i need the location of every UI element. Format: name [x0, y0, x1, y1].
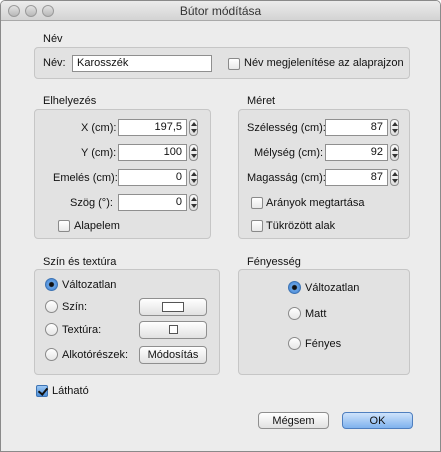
color-unchanged-radio[interactable] — [45, 278, 58, 291]
placement-group-title: Elhelyezés — [43, 95, 97, 107]
x-label: X (cm): — [81, 122, 117, 134]
name-input[interactable]: Karosszék — [72, 55, 212, 72]
width-stepper[interactable] — [390, 119, 399, 136]
glossy-label: Fényes — [305, 338, 342, 350]
angle-input[interactable]: 0 — [118, 194, 187, 211]
x-input[interactable]: 197,5 — [118, 119, 187, 136]
width-input[interactable]: 87 — [325, 119, 388, 136]
base-element-label: Alapelem — [74, 220, 120, 232]
base-element-checkbox[interactable] — [58, 220, 70, 232]
depth-input[interactable]: 92 — [325, 144, 388, 161]
shininess-group-title: Fényesség — [247, 256, 301, 268]
title-bar: Bútor módítása — [1, 1, 440, 21]
height-stepper[interactable] — [390, 169, 399, 186]
keep-ratio-label: Arányok megtartása — [266, 197, 365, 209]
color-swatch-icon — [162, 302, 184, 312]
color-picker-button[interactable] — [139, 298, 207, 316]
height-input[interactable]: 87 — [325, 169, 388, 186]
y-stepper[interactable] — [189, 144, 198, 161]
glossy-radio[interactable] — [288, 337, 301, 350]
modify-parts-button[interactable]: Módosítás — [139, 346, 207, 364]
width-label: Szélesség (cm): — [247, 122, 326, 134]
mirror-label: Tükrözött alak — [266, 220, 336, 232]
parts-radio[interactable] — [45, 348, 58, 361]
depth-label: Mélység (cm): — [254, 147, 324, 159]
elevation-input[interactable]: 0 — [118, 169, 187, 186]
elevation-label: Emelés (cm): — [53, 172, 118, 184]
name-group-title: Név — [43, 33, 63, 45]
y-input[interactable]: 100 — [118, 144, 187, 161]
parts-label: Alkotórészek: — [62, 349, 129, 361]
shininess-unchanged-label: Változatlan — [305, 282, 360, 294]
keep-ratio-checkbox[interactable] — [251, 197, 263, 209]
name-label: Név: — [43, 57, 66, 69]
elevation-stepper[interactable] — [189, 169, 198, 186]
matte-radio[interactable] — [288, 307, 301, 320]
show-name-label: Név megjelenítése az alaprajzon — [244, 57, 404, 69]
texture-radio[interactable] — [45, 323, 58, 336]
height-label: Magasság (cm): — [247, 172, 326, 184]
x-stepper[interactable] — [189, 119, 198, 136]
depth-stepper[interactable] — [390, 144, 399, 161]
size-group-title: Méret — [247, 95, 276, 107]
texture-swatch-icon — [169, 325, 178, 334]
angle-stepper[interactable] — [189, 194, 198, 211]
dialog-window: Bútor módítása Név Név: Karosszék Név me… — [0, 0, 441, 452]
texture-picker-button[interactable] — [139, 321, 207, 339]
visible-checkbox[interactable] — [36, 385, 48, 397]
color-label: Szín: — [62, 301, 88, 313]
color-unchanged-label: Változatlan — [62, 279, 117, 291]
texture-label: Textúra: — [62, 324, 102, 336]
color-radio[interactable] — [45, 300, 58, 313]
matte-label: Matt — [305, 308, 327, 320]
angle-label: Szög (°): — [70, 197, 113, 209]
show-name-checkbox[interactable] — [228, 58, 240, 70]
y-label: Y (cm): — [81, 147, 117, 159]
window-title: Bútor módítása — [179, 4, 262, 18]
mirror-checkbox[interactable] — [251, 220, 263, 232]
color-group-title: Szín és textúra — [43, 256, 117, 268]
ok-button[interactable]: OK — [342, 412, 413, 429]
visible-label: Látható — [52, 385, 89, 397]
cancel-button[interactable]: Mégsem — [258, 412, 329, 429]
shininess-unchanged-radio[interactable] — [288, 281, 301, 294]
